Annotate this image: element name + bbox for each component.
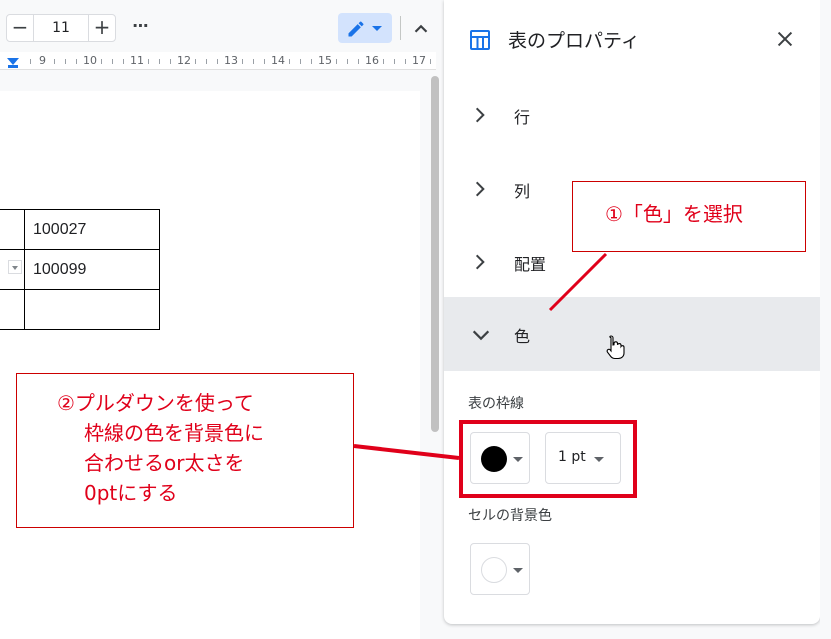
ruler-label: 16	[365, 54, 379, 67]
panel-title: 表のプロパティ	[508, 30, 640, 52]
cell-background-dropdown[interactable]	[470, 543, 530, 595]
horizontal-ruler[interactable]: 9 10 11 12 13 14 15 16 17	[0, 52, 436, 70]
table-cell[interactable]: 100099	[24, 249, 160, 290]
first-line-indent-marker[interactable]	[7, 58, 19, 65]
ruler-tick	[253, 59, 254, 64]
app-root: − 11 + ⋯ 9 10 11 12 13 14 15 16 17 100027 100099	[0, 0, 831, 639]
left-indent-marker[interactable]	[8, 65, 18, 68]
ruler-tick	[195, 59, 196, 64]
annotation-note-2: ②プルダウンを使って 枠線の色を背景色に 合わせるor太さを 0ptにする	[16, 373, 354, 528]
ruler-tick	[311, 59, 312, 64]
ruler-tick	[300, 59, 301, 64]
toolbar-divider	[400, 16, 401, 40]
chevron-up-icon[interactable]	[410, 18, 432, 40]
editing-mode-button[interactable]	[338, 13, 392, 43]
chevron-down-icon	[372, 26, 382, 31]
table-border-label: 表の枠線	[468, 396, 524, 412]
ruler-tick	[289, 59, 290, 64]
document-scrollbar[interactable]	[430, 70, 440, 639]
section-color[interactable]: 色	[444, 297, 820, 371]
ruler-tick	[336, 59, 337, 64]
ruler-tick	[112, 59, 113, 64]
pencil-icon	[348, 21, 364, 37]
ruler-tick	[170, 59, 171, 64]
ruler-label: 15	[318, 54, 332, 67]
ruler-tick	[242, 59, 243, 64]
ruler-tick	[347, 59, 348, 64]
ruler-tick	[65, 59, 66, 64]
chevron-down-icon	[472, 330, 490, 341]
hand-cursor-icon	[606, 335, 625, 360]
annotation-note-1: ①「色」を選択	[572, 181, 806, 252]
ruler-label: 13	[224, 54, 238, 67]
note-line: 0ptにする	[84, 481, 178, 505]
ruler-tick	[394, 59, 395, 64]
font-size-input[interactable]: 11	[34, 14, 88, 42]
cell-background-label: セルの背景色	[468, 508, 552, 524]
table-icon	[470, 30, 490, 50]
cell-background-swatch	[481, 557, 507, 583]
document-table[interactable]: 100027 100099	[0, 209, 160, 330]
chevron-down-icon	[513, 568, 523, 573]
ruler-tick	[101, 59, 102, 64]
section-label: 配置	[514, 255, 547, 274]
ruler-tick	[358, 59, 359, 64]
ruler-tick	[264, 59, 265, 64]
section-label: 列	[514, 182, 531, 201]
ruler-label: 9	[39, 54, 46, 67]
section-label: 行	[514, 108, 531, 127]
ruler-tick	[217, 59, 218, 64]
ruler-tick	[76, 59, 77, 64]
ruler-label: 14	[271, 54, 285, 67]
font-size-decrease-button[interactable]: −	[6, 14, 34, 42]
table-row: 100099	[0, 249, 160, 290]
section-rows[interactable]: 行	[444, 78, 820, 152]
table-cell[interactable]: 100027	[24, 209, 160, 250]
note-line: ②プルダウンを使って	[57, 391, 254, 415]
ruler-tick	[148, 59, 149, 64]
ruler-tick	[54, 59, 55, 64]
font-size-increase-button[interactable]: +	[88, 14, 116, 42]
panel-header: 表のプロパティ	[444, 0, 820, 78]
document-canvas: 100027 100099	[0, 71, 430, 639]
ruler-label: 11	[130, 54, 144, 67]
toolbar: − 11 + ⋯	[0, 0, 444, 52]
cell-menu-icon[interactable]	[8, 260, 22, 274]
table-cell[interactable]	[24, 289, 160, 330]
ruler-tick	[206, 59, 207, 64]
note-line: 枠線の色を背景色に	[84, 421, 264, 445]
table-properties-panel: 表のプロパティ 行 列 配置 色 表の枠線 1 pt セルの背景色	[444, 0, 820, 624]
ruler-tick	[383, 59, 384, 64]
ruler-label: 10	[83, 54, 97, 67]
ruler-label: 12	[177, 54, 191, 67]
ruler-label: 17	[412, 54, 426, 67]
ruler-tick	[123, 59, 124, 64]
chevron-right-icon	[475, 181, 485, 197]
highlight-box	[459, 420, 637, 498]
ruler-tick	[405, 59, 406, 64]
table-row	[0, 289, 160, 330]
table-cell[interactable]	[0, 209, 25, 250]
more-options-button[interactable]: ⋯	[128, 15, 154, 41]
document-page[interactable]: 100027 100099	[0, 91, 420, 639]
table-row: 100027	[0, 209, 160, 250]
table-cell[interactable]	[0, 249, 25, 290]
ruler-tick	[30, 59, 31, 64]
chevron-right-icon	[475, 107, 485, 123]
chevron-right-icon	[475, 254, 485, 270]
table-cell[interactable]	[0, 289, 25, 330]
ruler-tick	[430, 59, 431, 64]
ruler-tick	[159, 59, 160, 64]
right-gutter	[820, 0, 831, 639]
note-line: 合わせるor太さを	[84, 451, 245, 475]
section-label: 色	[514, 327, 531, 346]
close-icon[interactable]	[774, 28, 796, 50]
scrollbar-thumb[interactable]	[431, 76, 439, 432]
